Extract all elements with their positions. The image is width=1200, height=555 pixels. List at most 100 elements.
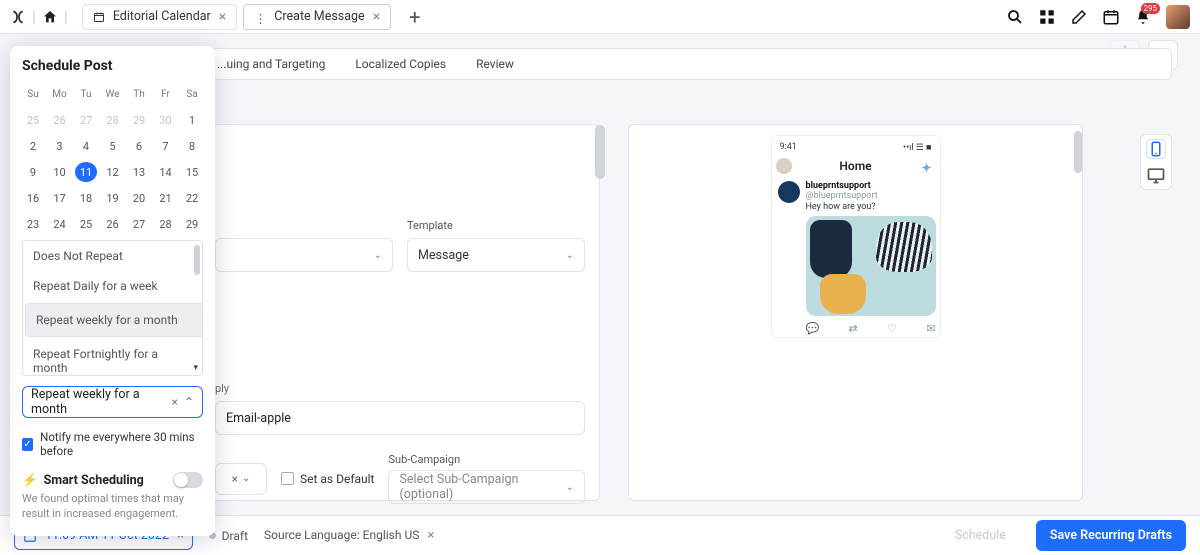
- calendar-day[interactable]: 25: [22, 110, 44, 130]
- calendar-day[interactable]: 11: [75, 162, 97, 182]
- avatar[interactable]: [1166, 5, 1190, 29]
- smart-scheduling: ⚡ Smart Scheduling We found optimal time…: [22, 472, 203, 522]
- cal-day-header: Tu: [75, 84, 97, 104]
- calendar-day[interactable]: 13: [128, 162, 150, 182]
- recur-option[interactable]: Repeat Daily for a week: [23, 271, 202, 301]
- recur-select[interactable]: Repeat weekly for a month ×⌃: [22, 386, 203, 418]
- search-icon[interactable]: [1006, 8, 1024, 26]
- device-rail: [1140, 134, 1172, 190]
- clear-icon[interactable]: ×: [172, 395, 178, 409]
- calendar-day[interactable]: 20: [128, 188, 150, 208]
- schedule-button[interactable]: Schedule: [941, 522, 1020, 549]
- checkbox-icon: [281, 472, 294, 485]
- scrollbar[interactable]: [194, 245, 200, 275]
- calendar-day[interactable]: 26: [102, 214, 124, 234]
- retweet-icon[interactable]: ⇄: [849, 322, 858, 335]
- sparkle-icon: ✦: [921, 161, 931, 175]
- recur-option[interactable]: Does Not Repeat: [23, 241, 202, 271]
- subnav-item[interactable]: Localized Copies: [355, 57, 446, 71]
- subcampaign-label: Sub-Campaign: [388, 453, 585, 466]
- email-field[interactable]: Email-apple: [215, 401, 585, 435]
- chevron-down-icon: ▾: [193, 363, 198, 373]
- calendar-day[interactable]: 27: [128, 214, 150, 234]
- calendar-day[interactable]: 15: [181, 162, 203, 182]
- tab-create-message[interactable]: ⋮ Create Message ×: [243, 4, 391, 30]
- calendar-day[interactable]: 2: [22, 136, 44, 156]
- form-panel: ⌄ Template Message⌄ ply Email-apple ×⌄ S…: [200, 124, 600, 501]
- mobile-icon[interactable]: [1146, 139, 1166, 159]
- calendar-day[interactable]: 27: [75, 110, 97, 130]
- calendar-day[interactable]: 4: [75, 136, 97, 156]
- cal-day-header: Fr: [155, 84, 177, 104]
- smart-toggle[interactable]: [173, 472, 203, 488]
- calendar-icon[interactable]: [1102, 8, 1120, 26]
- set-default-checkbox[interactable]: Set as Default: [281, 472, 374, 486]
- calendar-day[interactable]: 19: [102, 188, 124, 208]
- calendar-day[interactable]: 16: [22, 188, 44, 208]
- recur-menu[interactable]: Does Not RepeatRepeat Daily for a weekRe…: [22, 240, 203, 376]
- post-actions: 💬 ⇄ ♡ ✉: [806, 322, 936, 335]
- dropdown[interactable]: ⌄: [215, 238, 393, 272]
- calendar-day[interactable]: 28: [102, 110, 124, 130]
- calendar-day[interactable]: 29: [128, 110, 150, 130]
- close-icon[interactable]: ×: [373, 9, 380, 25]
- tab-label: Create Message: [274, 9, 364, 24]
- notify-checkbox[interactable]: ✓ Notify me everywhere 30 mins before: [22, 430, 203, 458]
- tab-strip: Editorial Calendar × ⋮ Create Message × …: [82, 4, 427, 30]
- template-dropdown[interactable]: Message⌄: [407, 238, 585, 272]
- desktop-icon[interactable]: [1146, 165, 1166, 185]
- subcampaign-dropdown[interactable]: Select Sub-Campaign (optional)⌄: [388, 470, 585, 504]
- calendar-day[interactable]: 5: [102, 136, 124, 156]
- like-icon[interactable]: ♡: [887, 322, 897, 335]
- save-recurring-drafts-button[interactable]: Save Recurring Drafts: [1036, 520, 1186, 551]
- scrollbar[interactable]: [595, 125, 605, 179]
- calendar-day[interactable]: 30: [155, 110, 177, 130]
- subnav-item[interactable]: ...uing and Targeting: [217, 57, 325, 71]
- comment-icon[interactable]: 💬: [806, 322, 820, 335]
- field-label: [215, 219, 393, 232]
- chevron-up-icon[interactable]: ⌃: [184, 395, 194, 409]
- calendar-day[interactable]: 26: [49, 110, 71, 130]
- tab-label: Editorial Calendar: [113, 9, 211, 24]
- calendar-day[interactable]: 18: [75, 188, 97, 208]
- bell-badge: 295: [1141, 3, 1161, 14]
- calendar-day[interactable]: 17: [49, 188, 71, 208]
- chevron-down-icon: ⌄: [566, 250, 574, 261]
- recur-option[interactable]: Repeat Fortnightly for a month: [23, 339, 202, 376]
- calendar-day[interactable]: 21: [155, 188, 177, 208]
- calendar-day[interactable]: 24: [49, 214, 71, 234]
- calendar-day[interactable]: 6: [128, 136, 150, 156]
- calendar-day[interactable]: 12: [102, 162, 124, 182]
- calendar-day[interactable]: 8: [181, 136, 203, 156]
- phone-preview: 9:41••ıl ☰ ■ Home✦ blueprntsupport @blue…: [771, 135, 941, 338]
- calendar-day[interactable]: 10: [49, 162, 71, 182]
- apps-icon[interactable]: [1038, 8, 1056, 26]
- calendar-day[interactable]: 28: [155, 214, 177, 234]
- share-icon[interactable]: ✉: [926, 322, 935, 335]
- calendar-day[interactable]: 1: [181, 110, 203, 130]
- post-image: [806, 216, 936, 316]
- calendar-day[interactable]: 29: [181, 214, 203, 234]
- calendar-day[interactable]: 25: [75, 214, 97, 234]
- home-title: Home✦: [778, 159, 934, 173]
- calendar-day[interactable]: 22: [181, 188, 203, 208]
- subnav-item[interactable]: Review: [476, 57, 514, 71]
- calendar-day[interactable]: 9: [22, 162, 44, 182]
- calendar-day[interactable]: 7: [155, 136, 177, 156]
- clear-icon[interactable]: ×: [427, 528, 434, 543]
- calendar-day[interactable]: 14: [155, 162, 177, 182]
- kebab-icon: ⋮: [254, 11, 266, 23]
- remove-chip[interactable]: ×⌄: [215, 463, 267, 495]
- add-tab-button[interactable]: +: [403, 7, 426, 27]
- source-language: Source Language: English US×: [264, 528, 434, 543]
- scrollbar[interactable]: [1074, 131, 1082, 173]
- calendar-day[interactable]: 3: [49, 136, 71, 156]
- close-icon[interactable]: ×: [219, 9, 226, 25]
- compose-icon[interactable]: [1070, 8, 1088, 26]
- calendar-day[interactable]: 23: [22, 214, 44, 234]
- tab-editorial-calendar[interactable]: Editorial Calendar ×: [82, 4, 237, 30]
- bell-icon[interactable]: 295: [1134, 8, 1152, 26]
- home-icon[interactable]: [42, 9, 58, 25]
- recur-option[interactable]: Repeat weekly for a month: [25, 303, 203, 337]
- cal-day-header: Su: [22, 84, 44, 104]
